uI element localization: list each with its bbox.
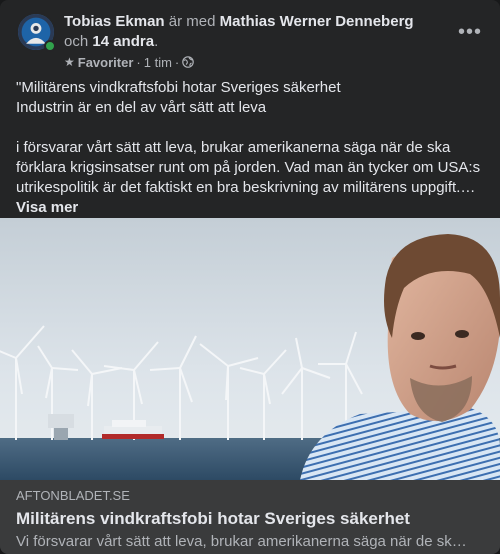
link-title[interactable]: Militärens vindkraftsfobi hotar Sveriges…: [16, 508, 484, 530]
meta-separator-2: ·: [174, 54, 180, 70]
link-description: Vi försvarar vårt sätt att leva, brukar …: [16, 533, 467, 550]
link-preview-image[interactable]: [0, 218, 500, 480]
meta-separator: ·: [136, 54, 141, 70]
author-name[interactable]: Tobias Ekman: [64, 13, 165, 30]
globe-icon: [182, 56, 195, 68]
more-options-icon[interactable]: •••: [456, 18, 484, 46]
post-text-line: Industrin är en del av vårt sätt att lev…: [16, 99, 267, 116]
with-text: är med: [168, 13, 216, 30]
post-header: Tobias Ekman är med Mathias Werner Denne…: [16, 12, 484, 70]
post-card: Tobias Ekman är med Mathias Werner Denne…: [0, 0, 500, 554]
see-more-link[interactable]: Visa mer: [16, 198, 78, 218]
post-meta: ★ Favoriter · 1 tim ·: [64, 53, 195, 71]
audience-label[interactable]: Favoriter: [78, 55, 134, 70]
star-icon: ★: [64, 55, 75, 69]
tagged-others[interactable]: 14 andra: [92, 33, 154, 50]
post-time[interactable]: 1 tim: [144, 55, 172, 70]
and-text: och: [64, 33, 89, 50]
post-body: "Militärens vindkraftsfobi hotar Sverige…: [16, 78, 488, 218]
post-header-text: Tobias Ekman är med Mathias Werner Denne…: [64, 12, 434, 52]
post-text-line: förklara krigsinsatser runt om på jorden…: [16, 159, 481, 176]
post-text-line: utrikespolitik är det faktiskt en bra be…: [16, 179, 476, 196]
link-preview-info[interactable]: AFTONBLADET.SE Militärens vindkraftsfobi…: [0, 480, 500, 554]
online-status-indicator: [44, 40, 56, 52]
post-text-line: "Militärens vindkraftsfobi hotar Sverige…: [16, 79, 341, 96]
tagged-person[interactable]: Mathias Werner Denneberg: [220, 13, 414, 30]
post-text-line: i försvarar vårt sätt att leva, brukar a…: [16, 139, 451, 156]
link-domain: AFTONBLADET.SE: [16, 488, 130, 503]
period: .: [154, 33, 159, 50]
